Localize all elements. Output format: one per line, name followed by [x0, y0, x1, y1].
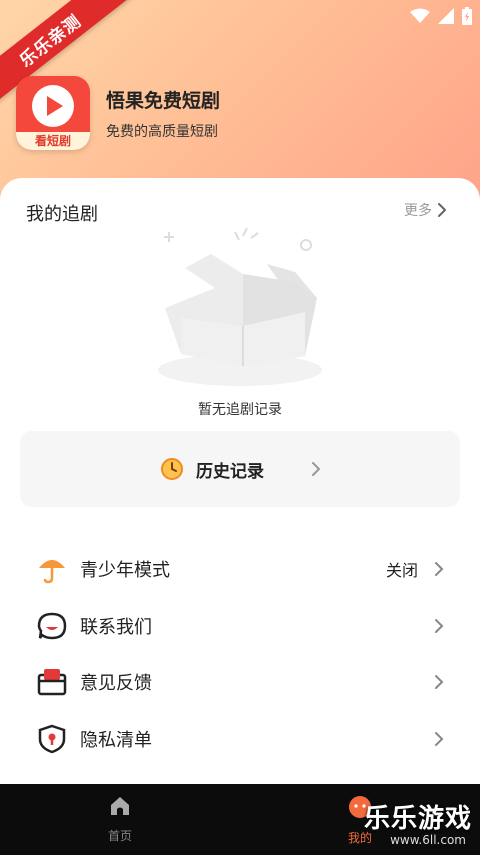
feedback-box-icon: [37, 669, 67, 696]
watermark-url: www.6ll.com: [390, 833, 466, 847]
menu-item-youth-mode[interactable]: 青少年模式 关闭: [0, 541, 480, 597]
section-title: 我的追剧: [26, 204, 98, 225]
chevron-right-icon: [435, 619, 444, 633]
battery-icon: [462, 7, 472, 25]
shield-icon: [38, 724, 66, 754]
more-link[interactable]: 更多: [404, 200, 446, 220]
app-name: 悟果免费短剧: [106, 89, 221, 112]
empty-state-text: 暂无追剧记录: [198, 402, 282, 418]
history-button[interactable]: 历史记录: [20, 431, 460, 507]
chevron-right-icon: [435, 732, 444, 746]
more-label: 更多: [404, 203, 432, 219]
signal-icon: [438, 8, 454, 24]
logo-tag: 看短剧: [16, 132, 90, 150]
chevron-right-icon: [438, 203, 446, 217]
youth-mode-status: 关闭: [385, 561, 418, 580]
menu-label-feedback: 意见反馈: [80, 673, 152, 694]
menu-label-contact-us: 联系我们: [80, 617, 152, 638]
chat-bubble-icon: [37, 612, 67, 640]
app-logo: 看短剧: [16, 76, 90, 150]
chevron-right-icon: [435, 562, 444, 576]
watermark-brand: 乐乐游戏: [363, 804, 472, 834]
app-header: 看短剧 悟果免费短剧 免费的高质量短剧: [16, 76, 220, 150]
umbrella-icon: [39, 560, 65, 584]
menu-item-privacy-list[interactable]: 隐私清单: [0, 711, 480, 767]
menu-label-privacy-list: 隐私清单: [80, 730, 152, 751]
tab-home[interactable]: 首页: [80, 794, 160, 844]
home-icon: [111, 797, 129, 815]
tab-home-label: 首页: [107, 829, 132, 843]
chevron-right-icon: [435, 675, 444, 689]
chevron-right-icon: [312, 462, 320, 476]
menu-item-feedback[interactable]: 意见反馈: [0, 654, 480, 710]
menu-item-contact-us[interactable]: 联系我们: [0, 598, 480, 654]
wifi-icon: [410, 8, 430, 23]
empty-box-illustration: [155, 226, 325, 391]
history-label: 历史记录: [196, 461, 264, 482]
menu-label-youth-mode: 青少年模式: [80, 560, 170, 581]
clock-history-icon: [161, 458, 183, 480]
app-subtitle: 免费的高质量短剧: [106, 123, 218, 140]
